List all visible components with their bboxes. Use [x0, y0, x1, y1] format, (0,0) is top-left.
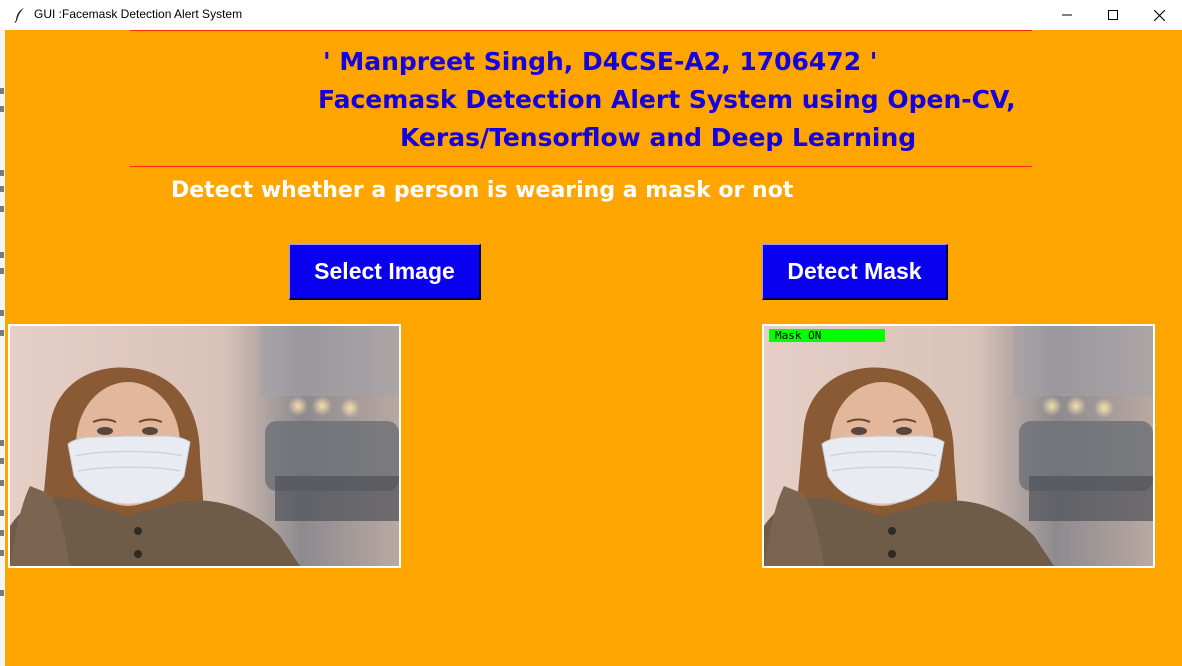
- minimize-button[interactable]: [1044, 0, 1090, 30]
- divider-top: [130, 30, 1032, 31]
- maximize-icon: [1108, 10, 1118, 20]
- mask-status-label: Mask ON: [769, 329, 885, 342]
- title-bar: GUI :Facemask Detection Alert System: [0, 0, 1182, 30]
- window-title: GUI :Facemask Detection Alert System: [34, 7, 243, 21]
- title-heading-line2: Keras/Tensorflow and Deep Learning: [400, 123, 917, 152]
- close-button[interactable]: [1136, 0, 1182, 30]
- input-image: [8, 324, 401, 568]
- select-image-button[interactable]: Select Image: [289, 244, 481, 300]
- output-image: Mask ON: [762, 324, 1155, 568]
- subtitle: Detect whether a person is wearing a mas…: [171, 178, 794, 203]
- app-main: ' Manpreet Singh, D4CSE-A2, 1706472 ' Fa…: [5, 30, 1182, 666]
- title-heading-line1: Facemask Detection Alert System using Op…: [318, 85, 1016, 114]
- maximize-button[interactable]: [1090, 0, 1136, 30]
- minimize-icon: [1062, 14, 1072, 16]
- author-heading: ' Manpreet Singh, D4CSE-A2, 1706472 ': [323, 47, 878, 76]
- feather-icon: [14, 8, 24, 23]
- divider-bottom: [130, 166, 1032, 167]
- detect-mask-button[interactable]: Detect Mask: [762, 244, 948, 300]
- close-icon: [1153, 9, 1165, 21]
